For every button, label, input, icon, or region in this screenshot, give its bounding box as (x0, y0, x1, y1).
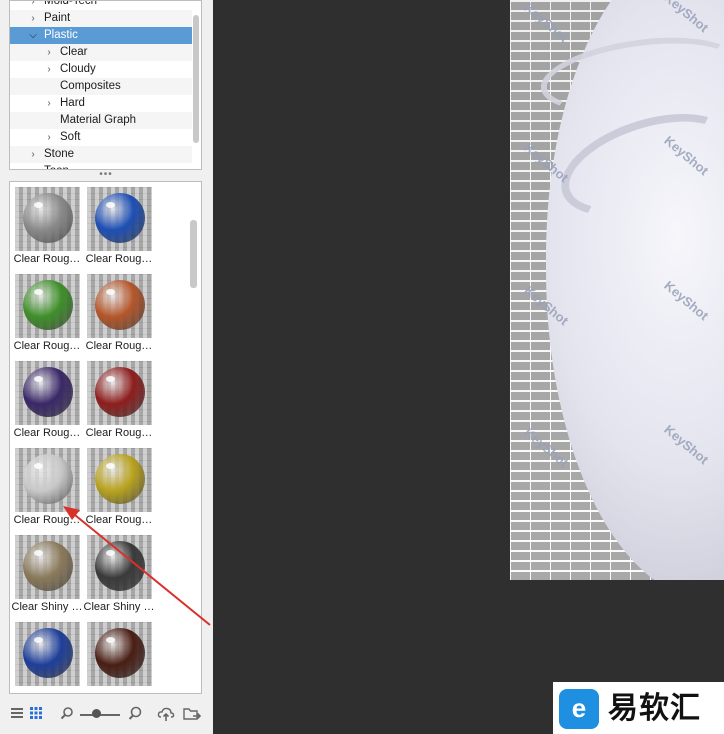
tree-item-label: Material Graph (60, 114, 137, 126)
zoom-in-icon[interactable] (128, 706, 142, 722)
material-preview-image (87, 622, 152, 686)
material-sphere (23, 628, 73, 678)
tree-item-plastic[interactable]: ⌵ Plastic (10, 27, 192, 44)
material-preview-image (15, 187, 80, 251)
material-thumbnail[interactable]: Clear Shiny … (83, 530, 155, 614)
chevron-right-icon[interactable]: › (44, 95, 54, 112)
thumbnail-scrollbar[interactable] (190, 220, 197, 288)
library-bottom-toolbar (0, 696, 212, 734)
material-thumbnail-label: Clear Roug… (85, 427, 153, 439)
material-sphere (95, 454, 145, 504)
tree-item-label: Clear (60, 46, 88, 58)
material-preview-image (87, 361, 152, 425)
material-sphere (95, 541, 145, 591)
material-category-tree: › Mold-Tech › Paint ⌵ Plastic › Clear › Cloudy Com… (9, 0, 202, 170)
tree-item-label: Cloudy (60, 63, 96, 75)
material-preview-image (87, 448, 152, 512)
material-library-panel: › Mold-Tech › Paint ⌵ Plastic › Clear › Cloudy Com… (0, 0, 212, 734)
material-thumbnail-label: Clear Roug… (13, 427, 81, 439)
material-preview-image (15, 448, 80, 512)
material-thumbnail-label: Clear Shiny … (83, 601, 155, 613)
material-thumbnail[interactable]: Clear Roug… (11, 182, 83, 266)
material-thumbnail[interactable]: Clear Roug… (83, 356, 155, 440)
chevron-right-icon[interactable]: › (28, 10, 38, 27)
material-sphere (95, 367, 145, 417)
render-viewport[interactable]: KeyShot KeyShot KeyShot KeyShot KeyShot … (213, 0, 724, 734)
material-thumbnail[interactable]: Clear Roug… (83, 182, 155, 266)
cloud-upload-icon[interactable] (157, 706, 175, 722)
material-sphere (95, 280, 145, 330)
material-preview-image (87, 274, 152, 338)
tree-item-hard[interactable]: › Hard (10, 95, 192, 112)
material-preview-image (15, 535, 80, 599)
material-thumbnail-label: Clear Roug… (85, 340, 153, 352)
chevron-right-icon[interactable]: › (44, 129, 54, 146)
chevron-right-icon[interactable]: › (44, 61, 54, 78)
tree-item-stone[interactable]: › Stone (10, 146, 192, 163)
tree-item-label: Plastic (44, 29, 78, 41)
chevron-down-icon[interactable]: ⌵ (28, 27, 38, 44)
brand-logo-icon: e (559, 689, 599, 729)
material-sphere (23, 280, 73, 330)
material-sphere (23, 193, 73, 243)
tree-item-cloudy[interactable]: › Cloudy (10, 61, 192, 78)
material-thumbnail-label: Clear Roug… (85, 253, 153, 265)
tree-item-label: Hard (60, 97, 85, 109)
material-preview-image (15, 622, 80, 686)
tree-item-label: Toon (44, 163, 69, 169)
material-preview-image (15, 274, 80, 338)
material-thumbnail-grid: Clear Roug… Clear Roug… Clear Roug… Clear R… (9, 181, 202, 694)
material-thumbnail-label: Clear Roug… (13, 514, 81, 526)
material-sphere (23, 367, 73, 417)
material-preview-image (87, 535, 152, 599)
grid-icon[interactable] (29, 706, 43, 722)
material-sphere (23, 541, 73, 591)
chevron-right-icon[interactable]: › (28, 1, 38, 10)
material-thumbnail[interactable]: Clear Roug… (11, 443, 83, 527)
material-sphere (95, 193, 145, 243)
tree-item-material-graph[interactable]: Material Graph (10, 112, 192, 129)
brand-name: 易软汇 (608, 692, 701, 725)
material-thumbnail-label: Clear Roug… (13, 340, 81, 352)
material-thumbnail-label: Clear Roug… (85, 514, 153, 526)
chevron-right-icon[interactable]: › (28, 163, 38, 169)
material-thumbnail-label: Clear Roug… (13, 253, 81, 265)
tree-item-composites[interactable]: Composites (10, 78, 192, 95)
tree-item-label: Stone (44, 148, 75, 160)
site-badge: e 易软汇 (553, 682, 724, 734)
material-thumbnail[interactable]: Clear Roug… (11, 269, 83, 353)
tree-item-mold-tech[interactable]: › Mold-Tech (10, 0, 192, 10)
chevron-right-icon[interactable]: › (44, 44, 54, 61)
material-sphere (95, 628, 145, 678)
tree-item-label: Soft (60, 131, 81, 143)
material-thumbnail[interactable]: Clear Roug… (11, 356, 83, 440)
tree-item-paint[interactable]: › Paint (10, 10, 192, 27)
material-thumbnail[interactable]: Clear Shiny … (11, 530, 83, 614)
tree-item-soft[interactable]: › Soft (10, 129, 192, 146)
material-thumbnail[interactable] (11, 617, 83, 693)
render-preview-image: KeyShot KeyShot KeyShot KeyShot KeyShot … (510, 0, 724, 580)
material-preview-image (15, 361, 80, 425)
material-thumbnail-label: Clear Shiny … (11, 601, 83, 613)
tree-item-clear[interactable]: › Clear (10, 44, 192, 61)
zoom-out-icon[interactable] (60, 706, 74, 722)
folder-export-icon[interactable] (183, 706, 202, 722)
list-icon[interactable] (10, 706, 24, 722)
material-preview-image (87, 187, 152, 251)
material-thumbnail[interactable]: Clear Roug… (83, 443, 155, 527)
panel-splitter-handle[interactable]: ••• (96, 170, 116, 180)
tree-item-label: Mold-Tech (44, 0, 98, 7)
chevron-right-icon[interactable]: › (28, 146, 38, 163)
slider-thumb[interactable] (92, 709, 101, 718)
tree-scrollbar[interactable] (193, 15, 199, 143)
tree-item-label: Composites (60, 80, 121, 92)
material-thumbnail[interactable]: Clear Roug… (83, 269, 155, 353)
material-sphere (23, 454, 73, 504)
tree-item-label: Paint (44, 12, 71, 24)
material-thumbnail[interactable] (83, 617, 155, 693)
